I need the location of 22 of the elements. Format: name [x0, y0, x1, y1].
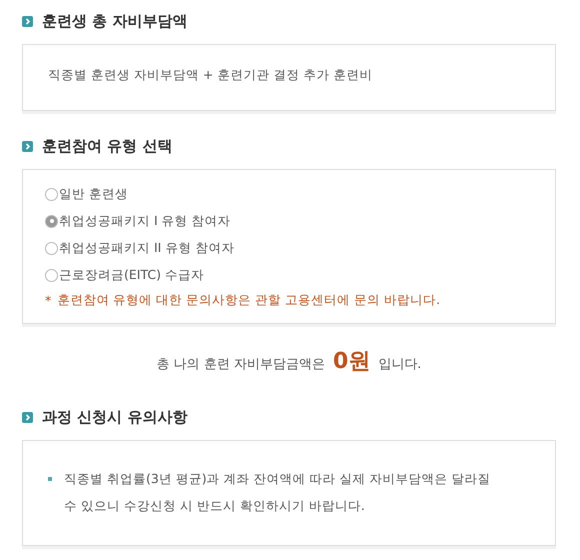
- total-amount: 0원: [332, 348, 370, 376]
- total-suffix: 입니다.: [378, 356, 422, 373]
- radio-icon[interactable]: [45, 268, 58, 282]
- chevron-icon: [22, 16, 33, 26]
- chevron-icon: [22, 412, 33, 422]
- radio-option[interactable]: 근로장려금(EITC) 수급자: [45, 264, 533, 286]
- notice-text: 직종별 취업률(3년 평균)과 계좌 잔여액에 따라 실제 자비부담액은 달라질 수 있으니 수강신청 시 반드시 확인하시기 바랍니다.: [64, 470, 492, 515]
- section-title: 훈련참여 유형 선택: [42, 136, 172, 156]
- section-title: 과정 신청시 유의사항: [42, 408, 188, 426]
- formula-text: 직종별 훈련생 자비부담액 + 훈련기관 결정 추가 훈련비: [47, 66, 374, 84]
- radio-icon[interactable]: [45, 214, 58, 228]
- chevron-icon: [22, 140, 33, 152]
- radio-option[interactable]: 취업성공패키지 II 유형 참여자: [45, 237, 533, 259]
- radio-option[interactable]: 일반 훈련생: [45, 183, 533, 205]
- notice-text: 훈련참여 유형에 대한 문의사항은 관할 고용센터에 문의 바랍니다.: [57, 292, 440, 309]
- radio-icon[interactable]: [45, 242, 58, 254]
- section-title: 훈련생 총 자비부담액: [42, 12, 188, 30]
- bullet-icon: [48, 477, 52, 481]
- total-label: 총 나의 훈련 자비부담금액은: [156, 356, 325, 373]
- radio-icon[interactable]: [45, 188, 58, 200]
- radio-option[interactable]: 취업성공패키지 I 유형 참여자: [45, 210, 533, 232]
- asterisk-mark: *: [45, 293, 52, 308]
